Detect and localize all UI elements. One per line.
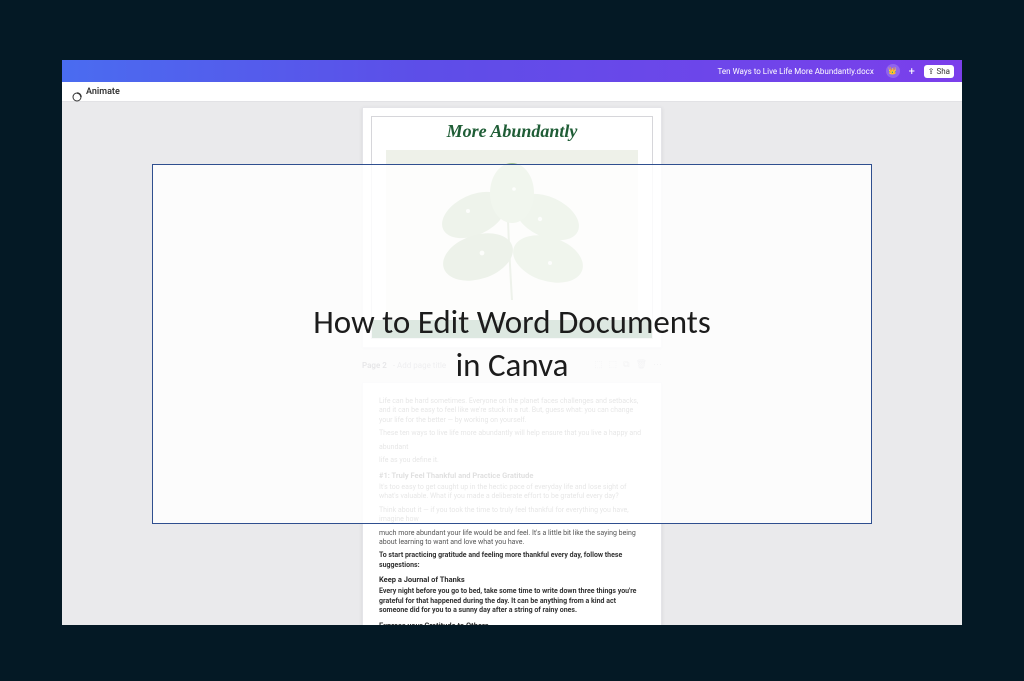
document-title: Ten Ways to Live Life More Abundantly.do… <box>718 67 874 76</box>
top-bar: Ten Ways to Live Life More Abundantly.do… <box>62 60 962 82</box>
crown-pro-icon[interactable]: 👑 <box>886 64 900 78</box>
tutorial-title-overlay: How to Edit Word Documents in Canva <box>152 164 872 524</box>
animate-button[interactable]: Animate <box>86 87 120 97</box>
share-button[interactable]: ⇪ Sha <box>924 65 954 78</box>
upload-icon: ⇪ <box>928 67 935 76</box>
title-line-2: in Canva <box>456 345 569 385</box>
heading-2[interactable]: Keep a Journal of Thanks <box>379 575 645 585</box>
tutorial-title: How to Edit Word Documents in Canva <box>313 301 711 387</box>
toolbar: Animate <box>62 82 962 102</box>
p3[interactable]: Every night before you go to bed, take s… <box>379 587 645 615</box>
crown-glyph: 👑 <box>888 67 897 75</box>
page1-title[interactable]: More Abundantly <box>447 121 578 142</box>
title-line-1: How to Edit Word Documents <box>313 302 711 342</box>
p1c[interactable]: much more abundant your life would be an… <box>379 529 645 548</box>
share-label: Sha <box>936 67 950 76</box>
animate-icon[interactable] <box>72 87 82 97</box>
p2[interactable]: To start practicing gratitude and feelin… <box>379 551 645 570</box>
heading-3[interactable]: Express your Gratitude to Others <box>379 621 645 625</box>
add-button[interactable]: + <box>906 65 918 78</box>
